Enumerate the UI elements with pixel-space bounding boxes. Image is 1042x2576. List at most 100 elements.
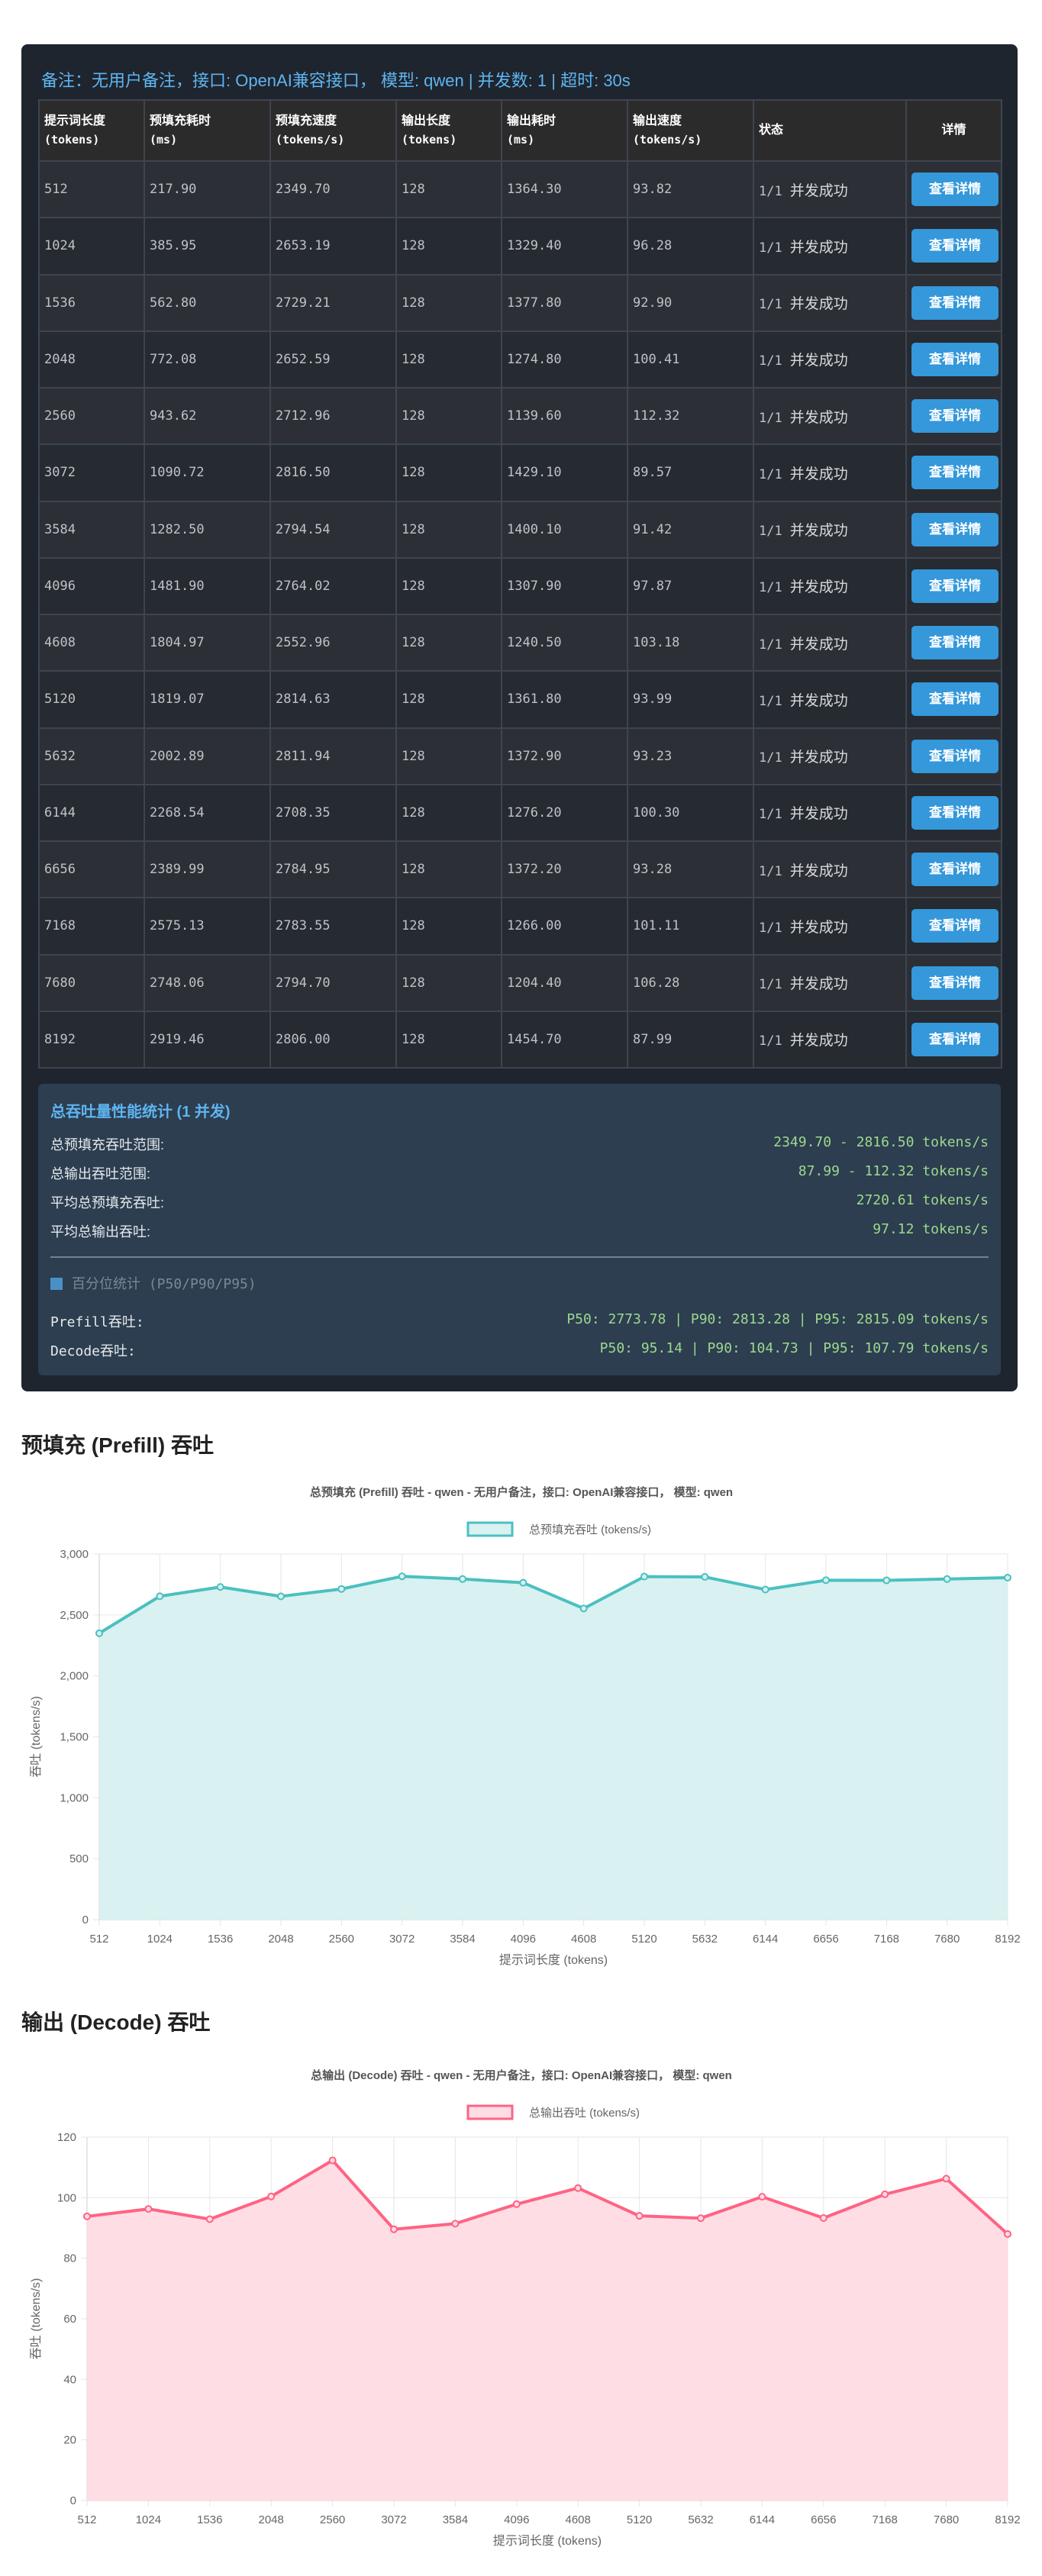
cell-status: 1/1 并发成功: [753, 330, 907, 389]
legend-label: 总输出吞吐 (tokens/s): [529, 2107, 640, 2120]
cell-prefill-ms: 385.95: [144, 217, 271, 276]
data-point[interactable]: [328, 2156, 337, 2165]
data-point[interactable]: [83, 2212, 91, 2220]
cell-out-ms: 1266.00: [501, 897, 628, 956]
x-tick-label: 512: [89, 1933, 108, 1946]
data-point[interactable]: [635, 2212, 644, 2220]
data-point[interactable]: [640, 1572, 648, 1581]
data-point[interactable]: [459, 1575, 466, 1583]
data-point[interactable]: [519, 1578, 527, 1587]
data-point[interactable]: [697, 2214, 705, 2223]
cell-out-len: 128: [395, 556, 502, 616]
data-point[interactable]: [95, 1629, 103, 1637]
cell-prompt: 512: [38, 160, 145, 219]
chart-legend[interactable]: 总输出吞吐 (tokens/s): [466, 2104, 640, 2120]
cell-prompt: 5632: [38, 727, 145, 785]
data-point[interactable]: [156, 1592, 164, 1601]
data-point[interactable]: [881, 2190, 889, 2198]
bar-chart-icon: [50, 1278, 63, 1290]
cell-status: 1/1 并发成功: [753, 613, 907, 672]
cell-prefill-ms: 2389.99: [144, 840, 271, 899]
data-point[interactable]: [1004, 1573, 1011, 1581]
view-details-button[interactable]: 查看详情: [911, 512, 998, 546]
x-tick-label: 7168: [874, 1933, 899, 1946]
chart-title: 总预填充 (Prefill) 吞吐 - qwen - 无用户备注，接口: Ope…: [310, 1485, 733, 1499]
chart-legend[interactable]: 总预填充吞吐 (tokens/s): [466, 1521, 651, 1537]
cell-status: 1/1 并发成功: [753, 500, 907, 559]
data-point[interactable]: [205, 2215, 214, 2223]
data-point[interactable]: [144, 2205, 153, 2213]
column-header-unit: (tokens/s): [276, 133, 345, 147]
status-text: 并发成功: [789, 296, 848, 313]
cell-prefill-speed: 2784.95: [269, 840, 397, 899]
data-point[interactable]: [758, 2193, 766, 2201]
data-point[interactable]: [943, 1575, 951, 1583]
decode-percentile-label: Decode吞吐:: [50, 1343, 136, 1359]
cell-prefill-ms: 2575.13: [144, 897, 271, 956]
cell-prefill-speed: 2811.94: [269, 727, 397, 785]
status-count: 1/1: [759, 920, 782, 936]
data-point[interactable]: [1004, 2229, 1011, 2238]
column-header-label: 预填充耗时: [150, 114, 211, 127]
view-details-button[interactable]: 查看详情: [911, 456, 998, 490]
cell-detail: 查看详情: [905, 953, 1002, 1012]
x-tick-label: 7168: [873, 2513, 898, 2526]
data-point[interactable]: [512, 2200, 521, 2208]
view-details-button[interactable]: 查看详情: [911, 399, 998, 434]
decode-throughput-chart: 总输出 (Decode) 吞吐 - qwen - 无用户备注，接口: OpenA…: [29, 2068, 1021, 2548]
y-tick-label: 60: [63, 2313, 76, 2326]
table-row: 7168 2575.13 2783.55 128 1266.00 101.11 1/1 并发成…: [38, 897, 1002, 956]
cell-detail: 查看详情: [905, 727, 1002, 785]
table-row: 4096 1481.90 2764.02 128 1307.90 97.87 1/1 并发成功…: [38, 556, 1002, 616]
view-details-button[interactable]: 查看详情: [911, 909, 998, 943]
cell-prefill-ms: 562.80: [144, 273, 271, 332]
cell-prefill-ms: 772.08: [144, 330, 271, 389]
view-details-button[interactable]: 查看详情: [911, 966, 998, 1000]
status-count: 1/1: [759, 240, 782, 256]
cell-detail: 查看详情: [905, 897, 1002, 956]
cell-prefill-ms: 2002.89: [144, 727, 271, 785]
view-details-button[interactable]: 查看详情: [911, 626, 998, 660]
cell-prompt: 4608: [38, 613, 145, 672]
data-point[interactable]: [761, 1585, 769, 1594]
avg-prefill-label: 平均总预填充吞吐:: [50, 1195, 165, 1211]
x-axis-label: 提示词长度 (tokens): [493, 2534, 602, 2548]
data-point[interactable]: [822, 1576, 830, 1585]
view-details-button[interactable]: 查看详情: [911, 172, 998, 207]
data-point[interactable]: [574, 2184, 582, 2192]
data-point[interactable]: [398, 1572, 406, 1581]
table-row: 3584 1282.50 2794.54 128 1400.10 91.42 1/1 并发成功…: [38, 500, 1002, 559]
status-text: 并发成功: [789, 409, 848, 426]
cell-prefill-ms: 1282.50: [144, 500, 271, 559]
x-tick-label: 2560: [320, 2513, 345, 2526]
view-details-button[interactable]: 查看详情: [911, 682, 998, 717]
data-point[interactable]: [819, 2213, 827, 2222]
column-header-unit: (ms): [150, 133, 178, 147]
status-count: 1/1: [759, 807, 782, 823]
data-point[interactable]: [451, 2220, 460, 2228]
view-details-button[interactable]: 查看详情: [911, 739, 998, 773]
view-details-button[interactable]: 查看详情: [911, 853, 998, 887]
view-details-button[interactable]: 查看详情: [911, 569, 998, 603]
cell-out-speed: 103.18: [627, 613, 754, 672]
data-point[interactable]: [216, 1583, 224, 1591]
view-details-button[interactable]: 查看详情: [911, 229, 998, 263]
data-point[interactable]: [579, 1604, 588, 1613]
data-point[interactable]: [267, 2192, 276, 2200]
cell-out-speed: 93.28: [627, 840, 754, 899]
cell-prompt: 4096: [38, 556, 145, 616]
view-details-button[interactable]: 查看详情: [911, 795, 998, 830]
view-details-button[interactable]: 查看详情: [911, 342, 998, 376]
view-details-button[interactable]: 查看详情: [911, 1022, 998, 1056]
cell-prefill-ms: 1804.97: [144, 613, 271, 672]
data-point[interactable]: [277, 1592, 285, 1601]
data-point[interactable]: [701, 1573, 709, 1581]
data-point[interactable]: [337, 1585, 346, 1593]
data-point[interactable]: [390, 2225, 398, 2233]
cell-prompt: 8192: [38, 1010, 145, 1069]
view-details-button[interactable]: 查看详情: [911, 285, 998, 320]
cell-prefill-speed: 2806.00: [269, 1010, 397, 1069]
data-point[interactable]: [882, 1576, 891, 1585]
column-header: 输出速度 (tokens/s): [627, 99, 754, 162]
data-point[interactable]: [942, 2175, 950, 2183]
